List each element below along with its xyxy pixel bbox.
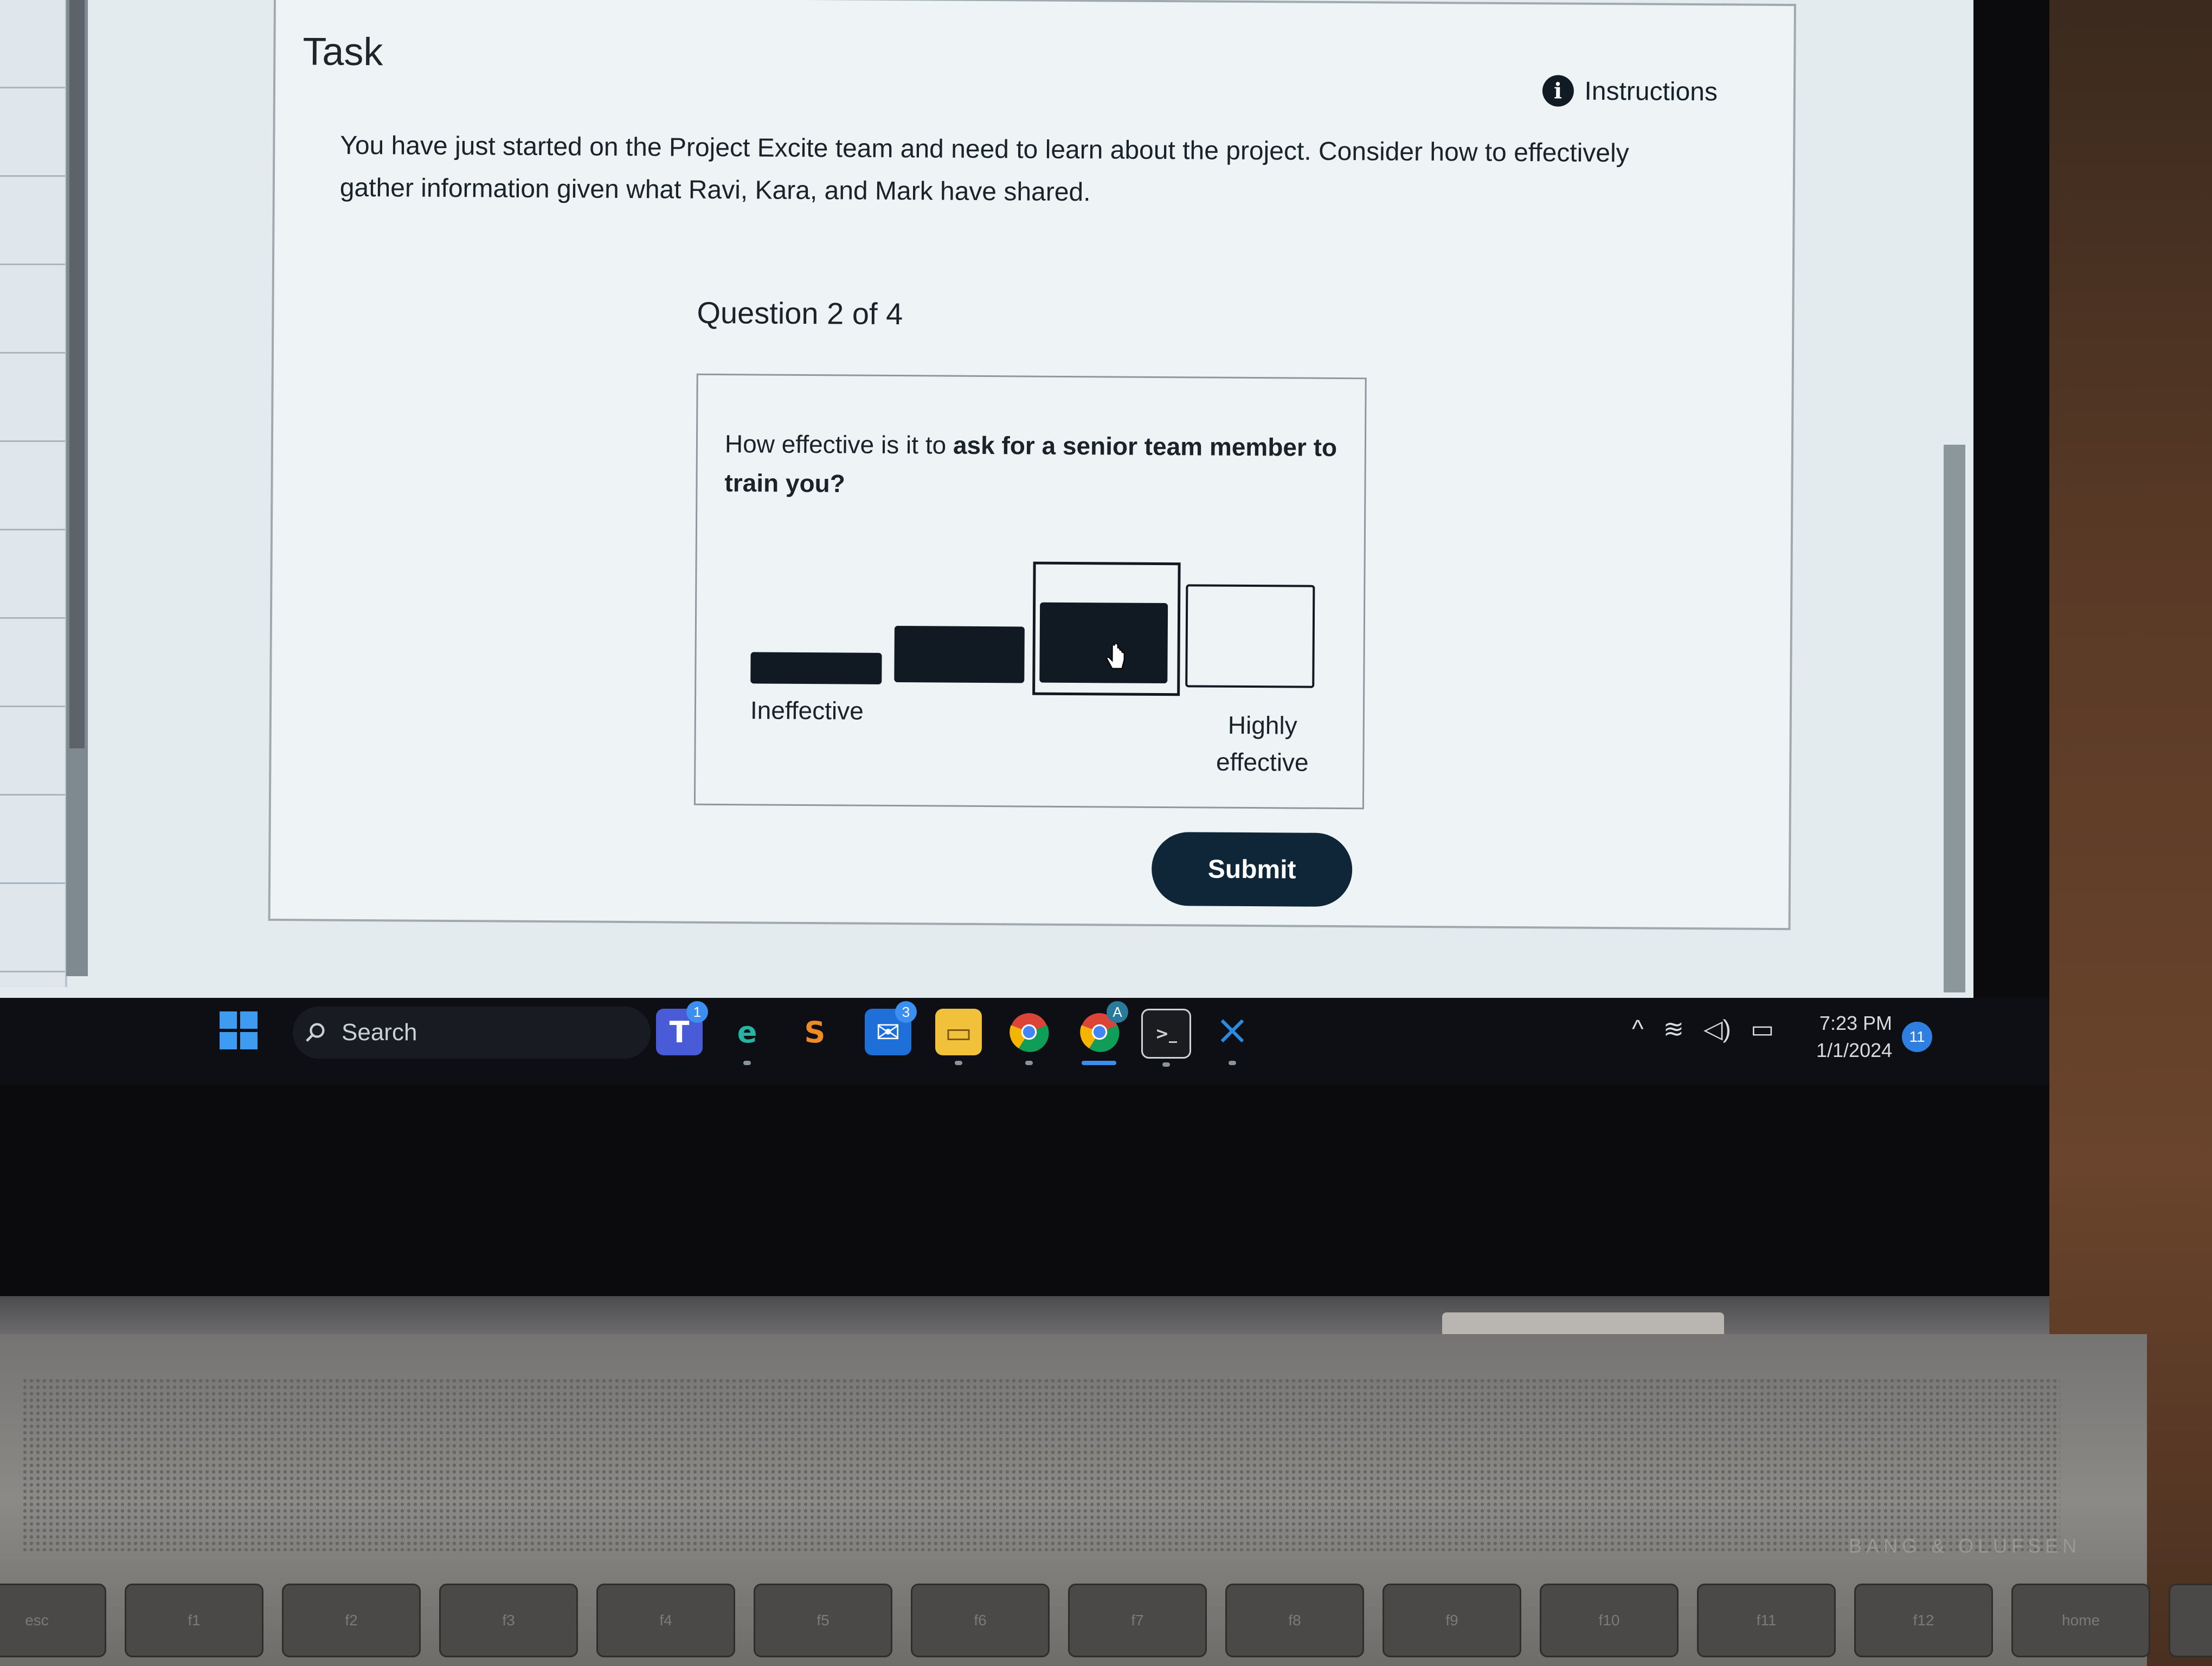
submit-button[interactable]: Submit bbox=[1151, 831, 1353, 907]
key-end[interactable]: end bbox=[2169, 1584, 2212, 1657]
teams-badge: 1 bbox=[686, 1001, 708, 1023]
edge-icon[interactable]: e bbox=[724, 1009, 770, 1065]
hand-pointer-cursor-icon bbox=[1106, 643, 1125, 669]
taskbar-search-box[interactable]: Search bbox=[293, 1007, 651, 1059]
search-icon bbox=[306, 1023, 325, 1042]
scale-option-1[interactable] bbox=[750, 652, 882, 684]
file-explorer-icon[interactable]: ▭ bbox=[935, 1009, 982, 1065]
scale-option-3[interactable] bbox=[1039, 602, 1168, 684]
terminal-icon[interactable]: >_ bbox=[1141, 1009, 1191, 1067]
question-counter: Question 2 of 4 bbox=[697, 295, 903, 331]
chevron-up-icon[interactable]: ^ bbox=[1632, 1014, 1644, 1043]
key-f2[interactable]: f2 bbox=[282, 1584, 421, 1657]
mail-badge: 3 bbox=[895, 1001, 917, 1023]
scale-option-4[interactable] bbox=[1185, 584, 1315, 688]
task-card: Task i Instructions You have just starte… bbox=[268, 0, 1796, 931]
left-sidebar-panel bbox=[0, 0, 67, 987]
key-f7[interactable]: f7 bbox=[1068, 1584, 1207, 1657]
laptop-screen-bezel: Task i Instructions You have just starte… bbox=[0, 0, 2049, 1323]
volume-icon[interactable]: ◁) bbox=[1703, 1014, 1731, 1043]
chrome-icon[interactable] bbox=[1006, 1009, 1052, 1065]
question-prompt: How effective is it to ask for a senior … bbox=[724, 424, 1348, 506]
sublime-icon[interactable]: S bbox=[792, 1009, 838, 1055]
task-title: Task bbox=[303, 30, 383, 74]
key-f4[interactable]: f4 bbox=[596, 1584, 735, 1657]
battery-icon[interactable]: ▭ bbox=[1751, 1014, 1774, 1043]
chrome-profile-icon[interactable]: A bbox=[1076, 1001, 1128, 1065]
windows-start-icon[interactable] bbox=[220, 1011, 259, 1050]
key-f12[interactable]: f12 bbox=[1854, 1584, 1993, 1657]
wifi-icon[interactable]: ≋ bbox=[1663, 1014, 1684, 1043]
speaker-grille bbox=[22, 1377, 2060, 1551]
laptop-hinge bbox=[0, 1296, 2049, 1334]
key-f5[interactable]: f5 bbox=[754, 1584, 892, 1657]
windows-taskbar: Search T 1 e S ✉ 3 ▭ A >_ ⨉ ^ ≋ ◁) ▭ 7:2… bbox=[0, 998, 2049, 1085]
task-intro-text: You have just started on the Project Exc… bbox=[339, 131, 1629, 207]
key-f1[interactable]: f1 bbox=[125, 1584, 263, 1657]
scale-option-2[interactable] bbox=[894, 626, 1025, 683]
left-panel-scrollbar[interactable] bbox=[66, 0, 88, 976]
clock-time: 7:23 PM bbox=[1819, 1012, 1892, 1034]
scale-high-label: Highly effective bbox=[1216, 710, 1309, 777]
vscode-icon[interactable]: ⨉ bbox=[1209, 1009, 1256, 1065]
scale-option-3-selected-outline[interactable] bbox=[1032, 561, 1181, 696]
scale-low-label: Ineffective bbox=[750, 696, 864, 725]
chrome-logo-icon bbox=[1009, 1013, 1049, 1052]
notification-badge[interactable]: 11 bbox=[1902, 1022, 1932, 1052]
key-f8[interactable]: f8 bbox=[1225, 1584, 1364, 1657]
page-scrollbar[interactable] bbox=[1944, 445, 1965, 992]
clock-date: 1/1/2024 bbox=[1816, 1039, 1893, 1061]
speaker-brand: BANG & OLUFSEN bbox=[1849, 1535, 2081, 1557]
mail-icon[interactable]: ✉ 3 bbox=[865, 1001, 917, 1055]
key-esc[interactable]: esc bbox=[0, 1584, 106, 1657]
question-box: How effective is it to ask for a senior … bbox=[693, 373, 1367, 810]
key-f3[interactable]: f3 bbox=[439, 1584, 578, 1657]
key-home[interactable]: home bbox=[2011, 1584, 2150, 1657]
key-f10[interactable]: f10 bbox=[1540, 1584, 1679, 1657]
teams-icon[interactable]: T 1 bbox=[656, 1001, 708, 1055]
instructions-link[interactable]: i Instructions bbox=[1542, 75, 1718, 107]
search-placeholder: Search bbox=[342, 1019, 417, 1046]
system-tray: ^ ≋ ◁) ▭ bbox=[1632, 1014, 1774, 1043]
chrome-profile-badge: A bbox=[1107, 1001, 1128, 1023]
question-prompt-prefix: How effective is it to bbox=[724, 430, 947, 459]
instructions-label: Instructions bbox=[1584, 76, 1718, 106]
key-f9[interactable]: f9 bbox=[1382, 1584, 1521, 1657]
key-f6[interactable]: f6 bbox=[911, 1584, 1050, 1657]
browser-viewport: Task i Instructions You have just starte… bbox=[0, 0, 1973, 1003]
info-icon: i bbox=[1542, 75, 1574, 107]
laptop-keyboard-deck: BANG & OLUFSEN esc f1 f2 f3 f4 f5 f6 f7 f8 f9 f10 f… bbox=[0, 1334, 2212, 1666]
key-f11[interactable]: f11 bbox=[1697, 1584, 1836, 1657]
taskbar-clock[interactable]: 7:23 PM 1/1/2024 bbox=[1816, 1010, 1892, 1064]
